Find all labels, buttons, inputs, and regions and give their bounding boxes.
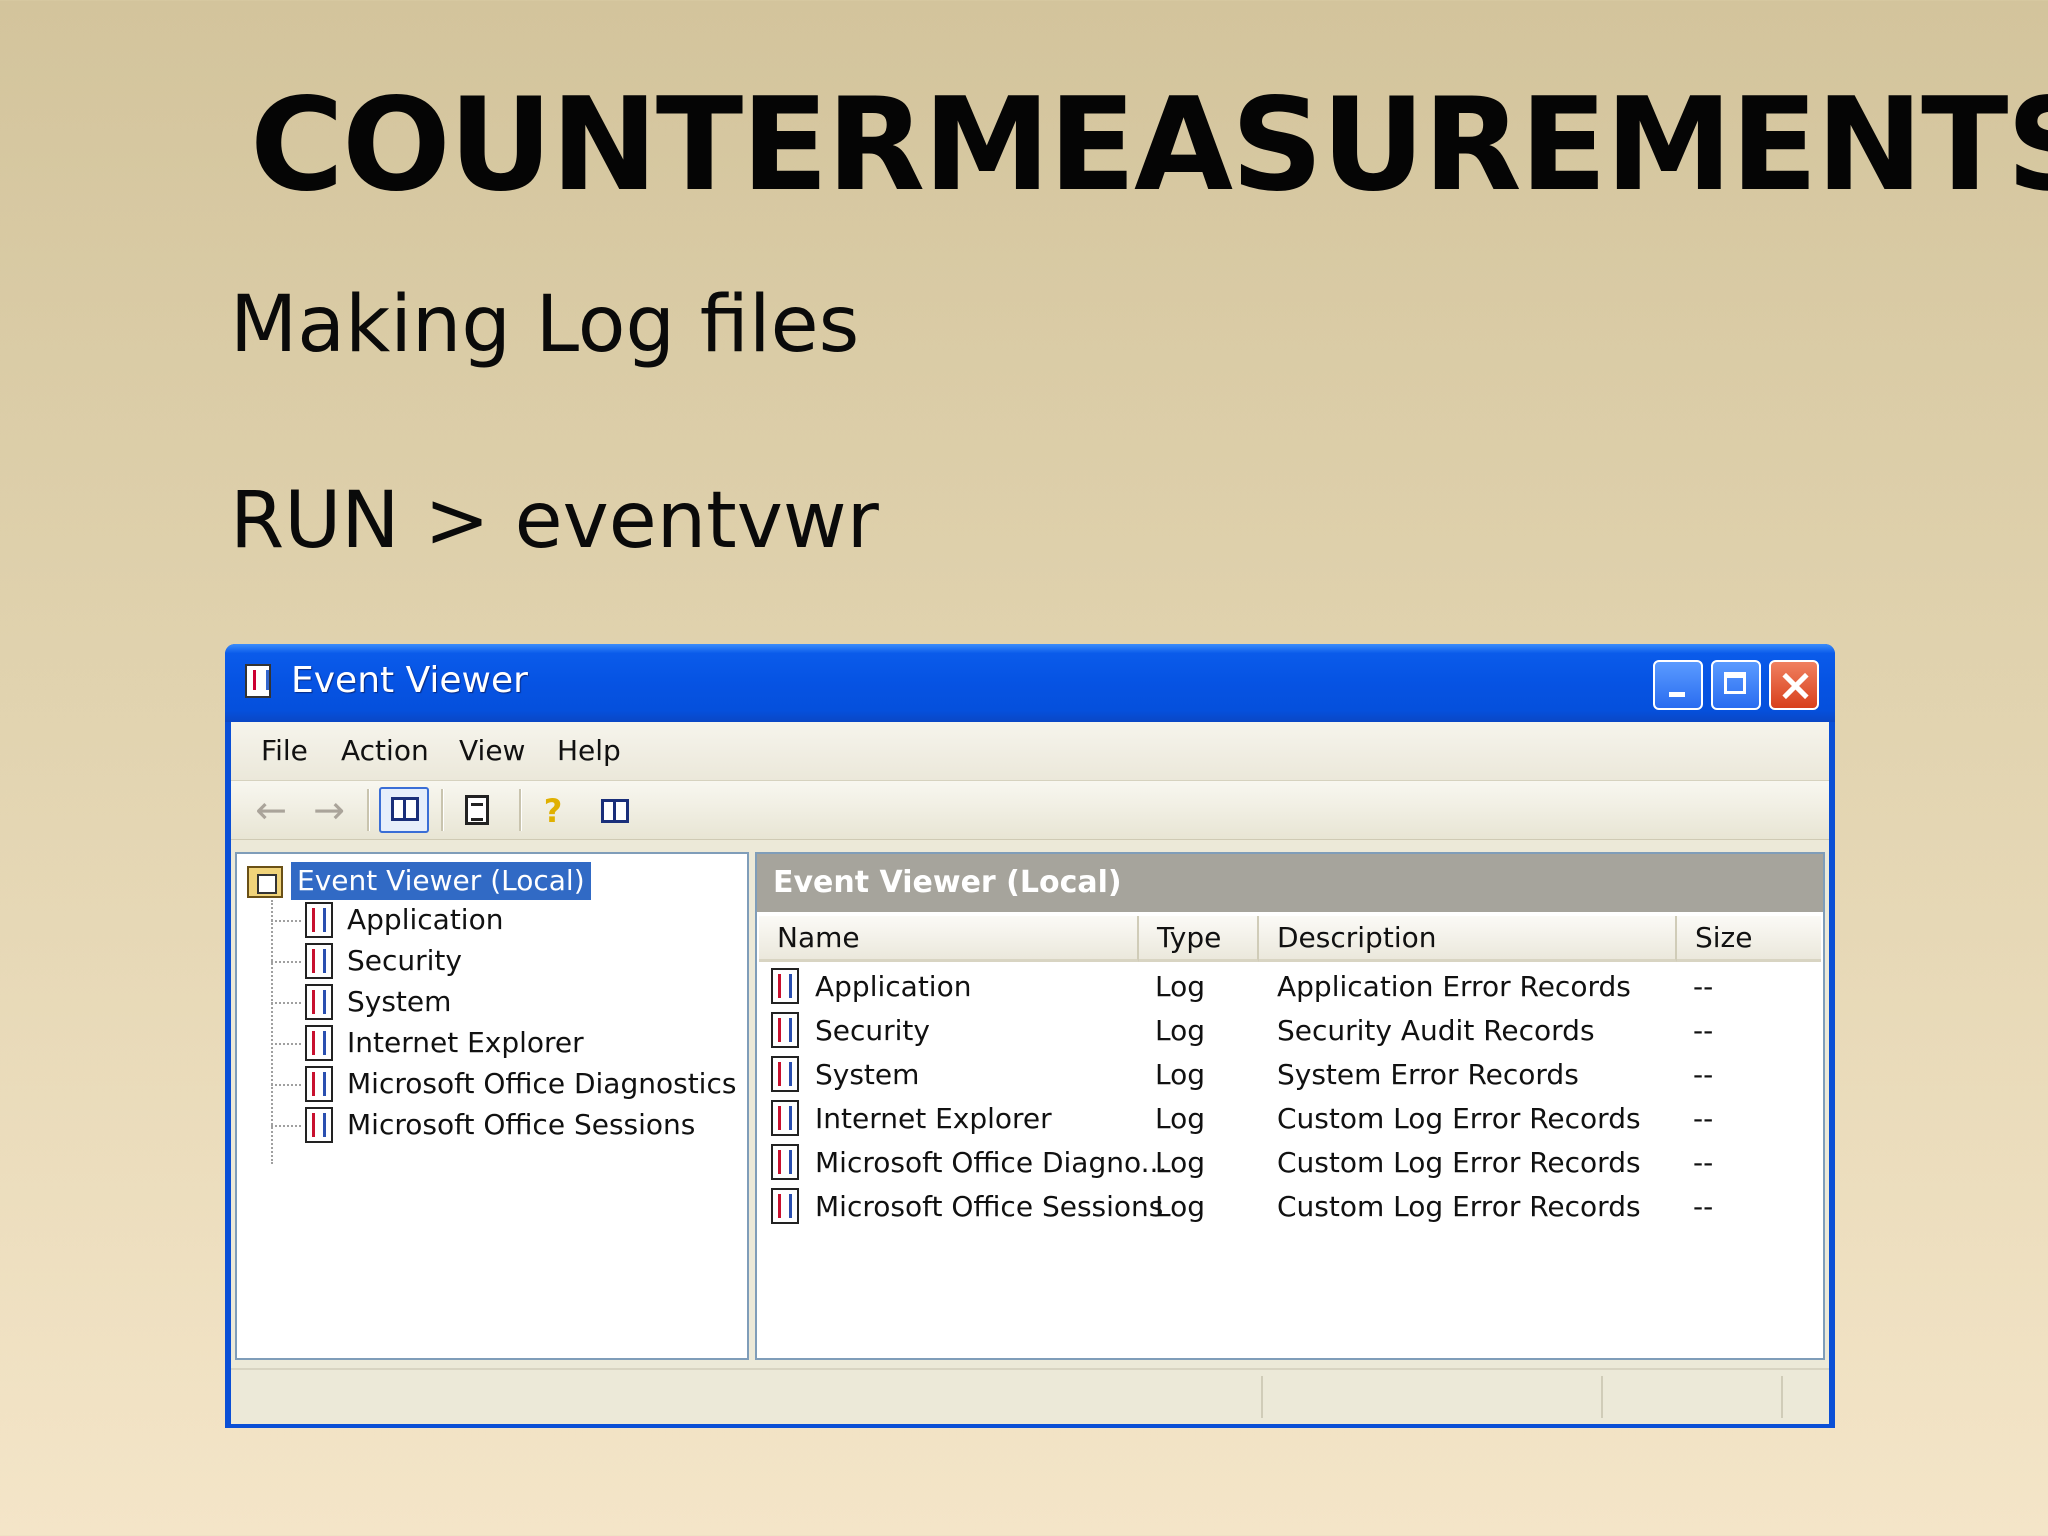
cell-type: Log	[1155, 1102, 1206, 1135]
event-viewer-app-icon[interactable]	[245, 664, 271, 698]
slide-title: COUNTERMEASUREMENTS	[250, 71, 2048, 220]
list-row-internet-explorer[interactable]: Internet Explorer Log Custom Log Error R…	[757, 1098, 1823, 1142]
list-row-application[interactable]: Application Log Application Error Record…	[757, 966, 1823, 1010]
event-viewer-window: Event Viewer File Action View Help ← → ?…	[225, 644, 1835, 1428]
cell-size: --	[1693, 1146, 1714, 1179]
cell-type: Log	[1155, 970, 1206, 1003]
cell-description: Custom Log Error Records	[1277, 1190, 1641, 1223]
log-icon	[771, 1100, 799, 1136]
window-client-area: File Action View Help ← → ? Event Viewer…	[231, 722, 1829, 1424]
log-icon	[771, 1012, 799, 1048]
list-row-microsoft-office-diagnostics[interactable]: Microsoft Office Diagno... Log Custom Lo…	[757, 1142, 1823, 1186]
menu-action[interactable]: Action	[341, 734, 429, 767]
list-row-security[interactable]: Security Log Security Audit Records --	[757, 1010, 1823, 1054]
toolbar-separator	[441, 789, 444, 831]
log-icon	[305, 1066, 333, 1102]
maximize-button[interactable]	[1711, 660, 1761, 710]
cell-name: Microsoft Office Sessions	[815, 1190, 1164, 1223]
cell-name: Security	[815, 1014, 930, 1047]
window-titlebar[interactable]: Event Viewer	[225, 644, 1835, 722]
cell-type: Log	[1155, 1146, 1206, 1179]
cell-name: Internet Explorer	[815, 1102, 1052, 1135]
cell-description: Application Error Records	[1277, 970, 1631, 1003]
minimize-button[interactable]	[1653, 660, 1703, 710]
status-bar-panel	[1601, 1376, 1603, 1418]
back-arrow-icon[interactable]: ←	[251, 791, 291, 829]
log-icon	[305, 984, 333, 1020]
status-bar-panel	[1781, 1376, 1783, 1418]
show-hide-tree-icon[interactable]	[379, 787, 429, 833]
cell-type: Log	[1155, 1190, 1206, 1223]
show-hide-action-pane-icon[interactable]	[591, 791, 631, 829]
cell-description: Custom Log Error Records	[1277, 1146, 1641, 1179]
tree-item-label: Application	[347, 903, 504, 936]
help-icon[interactable]: ?	[531, 791, 571, 829]
tree-item-label: Internet Explorer	[347, 1026, 584, 1059]
tree-item-label: Microsoft Office Sessions	[347, 1108, 696, 1141]
list-row-microsoft-office-sessions[interactable]: Microsoft Office Sessions Log Custom Log…	[757, 1186, 1823, 1230]
status-bar-panel	[1261, 1376, 1263, 1418]
bullet-making-log-files: Making Log files	[230, 280, 860, 370]
export-list-icon[interactable]	[457, 791, 497, 829]
close-button[interactable]	[1769, 660, 1819, 710]
cell-size: --	[1693, 1014, 1714, 1047]
column-header-size[interactable]: Size	[1677, 916, 1821, 962]
cell-name: Application	[815, 970, 972, 1003]
tree-pane[interactable]: Event Viewer (Local) Application Securit…	[235, 852, 749, 1360]
cell-type: Log	[1155, 1014, 1206, 1047]
log-icon	[771, 1056, 799, 1092]
column-header-name[interactable]: Name	[759, 916, 1139, 962]
details-pane: Event Viewer (Local) Name Type Descripti…	[755, 852, 1825, 1360]
column-header-type[interactable]: Type	[1139, 916, 1259, 962]
log-icon	[771, 1144, 799, 1180]
window-title: Event Viewer	[291, 660, 528, 701]
menu-bar: File Action View Help	[231, 722, 1829, 781]
status-bar	[231, 1368, 1829, 1424]
tree-item-label: Microsoft Office Diagnostics	[347, 1067, 737, 1100]
menu-help[interactable]: Help	[557, 734, 621, 767]
bullet-run-eventvwr: RUN > eventvwr	[230, 476, 879, 566]
cell-size: --	[1693, 1102, 1714, 1135]
log-icon	[305, 902, 333, 938]
tree-item-label: System	[347, 985, 452, 1018]
cell-size: --	[1693, 1058, 1714, 1091]
computer-icon	[247, 866, 283, 898]
forward-arrow-icon[interactable]: →	[309, 791, 349, 829]
cell-size: --	[1693, 970, 1714, 1003]
tree-root-label: Event Viewer (Local)	[291, 862, 591, 900]
cell-name: System	[815, 1058, 920, 1091]
log-icon	[771, 968, 799, 1004]
cell-description: Custom Log Error Records	[1277, 1102, 1641, 1135]
menu-file[interactable]: File	[261, 734, 308, 767]
log-icon	[305, 1025, 333, 1061]
menu-view[interactable]: View	[459, 734, 525, 767]
toolbar-separator	[519, 789, 522, 831]
tree-item-label: Security	[347, 944, 462, 977]
toolbar-separator	[367, 789, 370, 831]
cell-type: Log	[1155, 1058, 1206, 1091]
cell-description: Security Audit Records	[1277, 1014, 1595, 1047]
log-icon	[771, 1188, 799, 1224]
log-icon	[305, 1107, 333, 1143]
cell-size: --	[1693, 1190, 1714, 1223]
toolbar: ← → ?	[231, 781, 1829, 840]
cell-description: System Error Records	[1277, 1058, 1579, 1091]
column-header-description[interactable]: Description	[1259, 916, 1677, 962]
log-icon	[305, 943, 333, 979]
list-row-system[interactable]: System Log System Error Records --	[757, 1054, 1823, 1098]
cell-name: Microsoft Office Diagno...	[815, 1146, 1168, 1179]
details-pane-header: Event Viewer (Local)	[757, 854, 1823, 912]
